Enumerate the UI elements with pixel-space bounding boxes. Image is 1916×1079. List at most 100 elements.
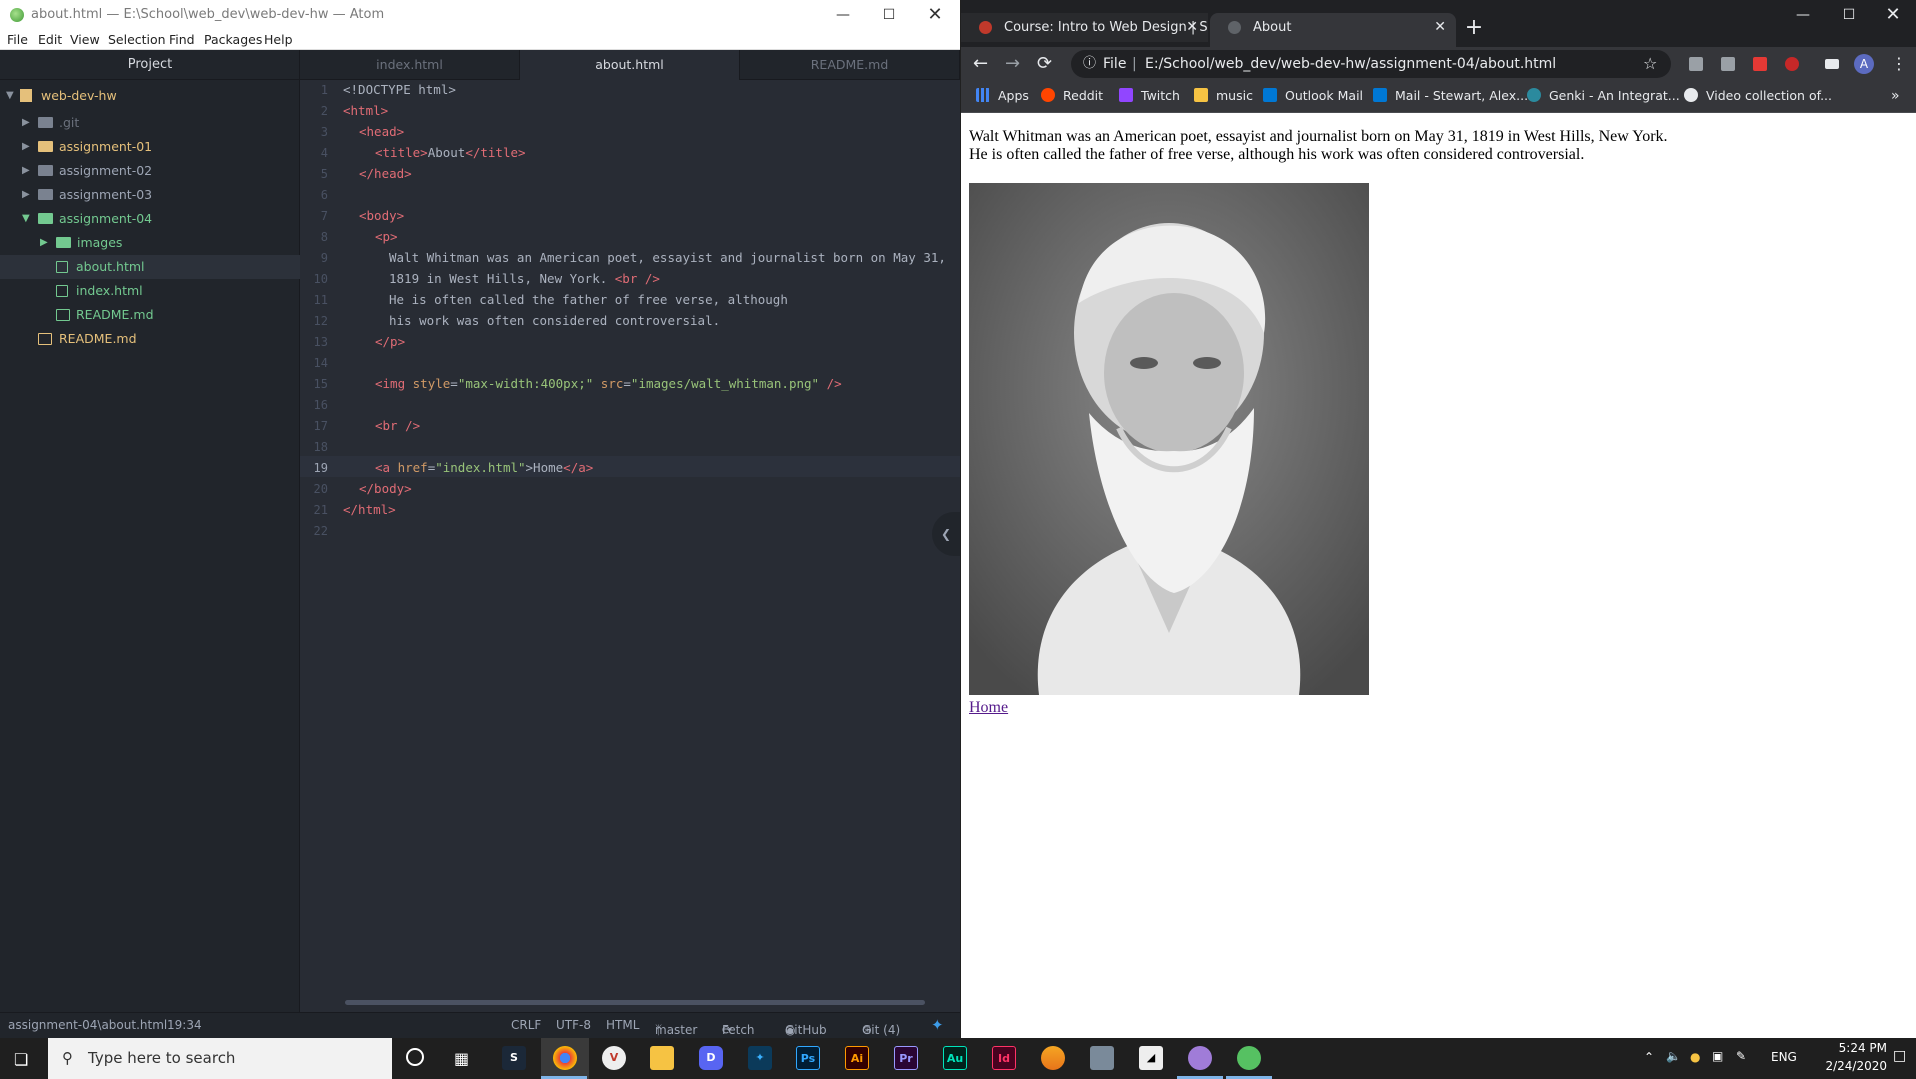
reload-icon[interactable]: ⟳: [1037, 47, 1052, 81]
language-indicator[interactable]: ENG: [1771, 1050, 1797, 1064]
code-editor[interactable]: 1 2 3 4 5 6 7 8 9 10 11 12 13 14 15 16 17 18 19 20 21 22 <!DO…: [300, 80, 960, 1012]
extension-icon[interactable]: [1753, 57, 1767, 71]
extension-icon[interactable]: [1721, 57, 1735, 71]
line-number: 15: [313, 377, 328, 391]
tree-item-assignment-03[interactable]: ▶ assignment-03: [0, 183, 300, 207]
tree-item-readme-inner[interactable]: README.md: [0, 303, 300, 327]
close-icon[interactable]: ✕: [1870, 0, 1916, 30]
tree-item-index-html[interactable]: index.html: [0, 279, 300, 303]
info-icon[interactable]: ⓘ: [1083, 50, 1096, 78]
menu-find[interactable]: Find: [169, 32, 195, 47]
address-bar[interactable]: ⓘ File | E:/School/web_dev/web-dev-hw/as…: [1071, 50, 1671, 78]
steam-icon[interactable]: S: [502, 1046, 526, 1070]
tab-index-html[interactable]: index.html: [300, 50, 520, 80]
file-explorer-icon[interactable]: [650, 1046, 674, 1070]
bookmark-music[interactable]: music: [1194, 81, 1253, 111]
code-line: </body>: [359, 481, 412, 496]
windows-start-icon[interactable]: ❏: [14, 1050, 28, 1069]
status-encoding[interactable]: UTF-8: [556, 1018, 591, 1032]
menu-view[interactable]: View: [70, 32, 100, 47]
extension-icon[interactable]: [1689, 57, 1703, 71]
bird-icon[interactable]: ✦: [931, 1016, 944, 1034]
chrome-icon[interactable]: [553, 1046, 577, 1070]
cortana-icon[interactable]: [406, 1048, 424, 1066]
ublock-icon[interactable]: [1785, 57, 1799, 71]
vscode-icon[interactable]: ✦: [748, 1046, 772, 1070]
atom-taskbar-icon[interactable]: [1237, 1046, 1261, 1070]
close-tab-icon[interactable]: ✕: [1186, 13, 1198, 42]
illustrator-icon[interactable]: Ai: [845, 1046, 869, 1070]
status-line-ending[interactable]: CRLF: [511, 1018, 541, 1032]
photoshop-icon[interactable]: Ps: [796, 1046, 820, 1070]
close-tab-icon[interactable]: ✕: [1434, 13, 1446, 42]
bookmark-genki[interactable]: Genki - An Integrat...: [1527, 81, 1680, 111]
discord-icon[interactable]: D: [699, 1046, 723, 1070]
bookmark-reddit[interactable]: Reddit: [1041, 81, 1103, 111]
premiere-icon[interactable]: Pr: [894, 1046, 918, 1070]
chevron-right-icon: ▶: [40, 237, 48, 248]
tab-about[interactable]: About ✕: [1210, 13, 1456, 47]
bookmarks-overflow-icon[interactable]: »: [1891, 81, 1900, 111]
star-icon[interactable]: ☆: [1643, 50, 1657, 78]
folder-icon: [56, 237, 71, 248]
unity-icon[interactable]: ◢: [1139, 1046, 1163, 1070]
home-link[interactable]: Home: [969, 699, 1008, 717]
media-icon[interactable]: [1825, 59, 1839, 69]
menu-edit[interactable]: Edit: [38, 32, 62, 47]
bookmark-mail[interactable]: Mail - Stewart, Alex...: [1373, 81, 1528, 111]
back-arrow-icon[interactable]: ←: [973, 47, 988, 81]
tree-item-assignment-04[interactable]: ▼ assignment-04: [0, 207, 300, 231]
tray-app-icon[interactable]: ●: [1690, 1050, 1700, 1064]
clock-time[interactable]: 5:24 PM: [1825, 1041, 1887, 1055]
tab-readme-md[interactable]: README.md: [740, 50, 960, 80]
tree-item-git[interactable]: ▶ .git: [0, 111, 300, 135]
tab-course[interactable]: Course: Intro to Web Design | Sp ✕: [961, 13, 1208, 42]
notifications-icon[interactable]: □: [1893, 1048, 1906, 1064]
tree-item-about-html[interactable]: about.html: [0, 255, 300, 279]
fl-studio-icon[interactable]: [1041, 1046, 1065, 1070]
vivaldi-icon[interactable]: V: [602, 1046, 626, 1070]
close-icon[interactable]: ✕: [912, 0, 958, 30]
line-number: 12: [313, 314, 328, 328]
reddit-icon: [1041, 88, 1055, 102]
status-grammar[interactable]: HTML: [606, 1018, 639, 1032]
bookmark-apps[interactable]: Apps: [976, 81, 1029, 111]
bookmark-outlook[interactable]: Outlook Mail: [1263, 81, 1363, 111]
status-file-path[interactable]: assignment-04\about.html: [8, 1018, 167, 1032]
menu-file[interactable]: File: [7, 32, 28, 47]
bookmark-video[interactable]: Video collection of...: [1684, 81, 1832, 111]
app-icon[interactable]: [1188, 1046, 1212, 1070]
minimize-icon[interactable]: —: [820, 0, 866, 30]
horizontal-scrollbar[interactable]: [345, 1000, 925, 1005]
bookmark-twitch[interactable]: Twitch: [1119, 81, 1180, 111]
task-view-icon[interactable]: ▦: [454, 1049, 469, 1068]
minimize-icon[interactable]: —: [1780, 0, 1826, 30]
tree-item-assignment-01[interactable]: ▶ assignment-01: [0, 135, 300, 159]
menu-dots-icon[interactable]: ⋮: [1891, 47, 1907, 81]
menu-help[interactable]: Help: [264, 32, 293, 47]
profile-avatar[interactable]: A: [1854, 54, 1874, 74]
volume-icon[interactable]: 🔈: [1666, 1049, 1681, 1063]
tab-about-html[interactable]: about.html: [520, 50, 740, 81]
menu-selection[interactable]: Selection: [108, 32, 166, 47]
maximize-icon[interactable]: ☐: [866, 0, 912, 30]
menu-packages[interactable]: Packages: [204, 32, 262, 47]
clock-date[interactable]: 2/24/2020: [1821, 1059, 1887, 1073]
indesign-icon[interactable]: Id: [992, 1046, 1016, 1070]
network-icon[interactable]: ▣: [1712, 1049, 1723, 1063]
tree-item-images[interactable]: ▶ images: [0, 231, 300, 255]
chevron-up-icon[interactable]: ⌃: [1644, 1050, 1654, 1064]
forward-arrow-icon[interactable]: →: [1005, 47, 1020, 81]
new-tab-button[interactable]: +: [1459, 14, 1489, 42]
audition-icon[interactable]: Au: [943, 1046, 967, 1070]
tree-item-readme-root[interactable]: README.md: [0, 327, 300, 351]
tree-item-web-dev-hw[interactable]: ▼ web-dev-hw: [0, 84, 300, 108]
tree-item-assignment-02[interactable]: ▶ assignment-02: [0, 159, 300, 183]
pen-icon[interactable]: ✎: [1736, 1049, 1746, 1063]
course-favicon-icon: [979, 21, 992, 34]
taskbar-search-box[interactable]: ⚲ Type here to search: [48, 1038, 392, 1079]
line-number: 20: [313, 482, 328, 496]
notepad-icon[interactable]: [1090, 1046, 1114, 1070]
maximize-icon[interactable]: ☐: [1826, 0, 1872, 30]
status-cursor-position[interactable]: 19:34: [167, 1018, 202, 1032]
